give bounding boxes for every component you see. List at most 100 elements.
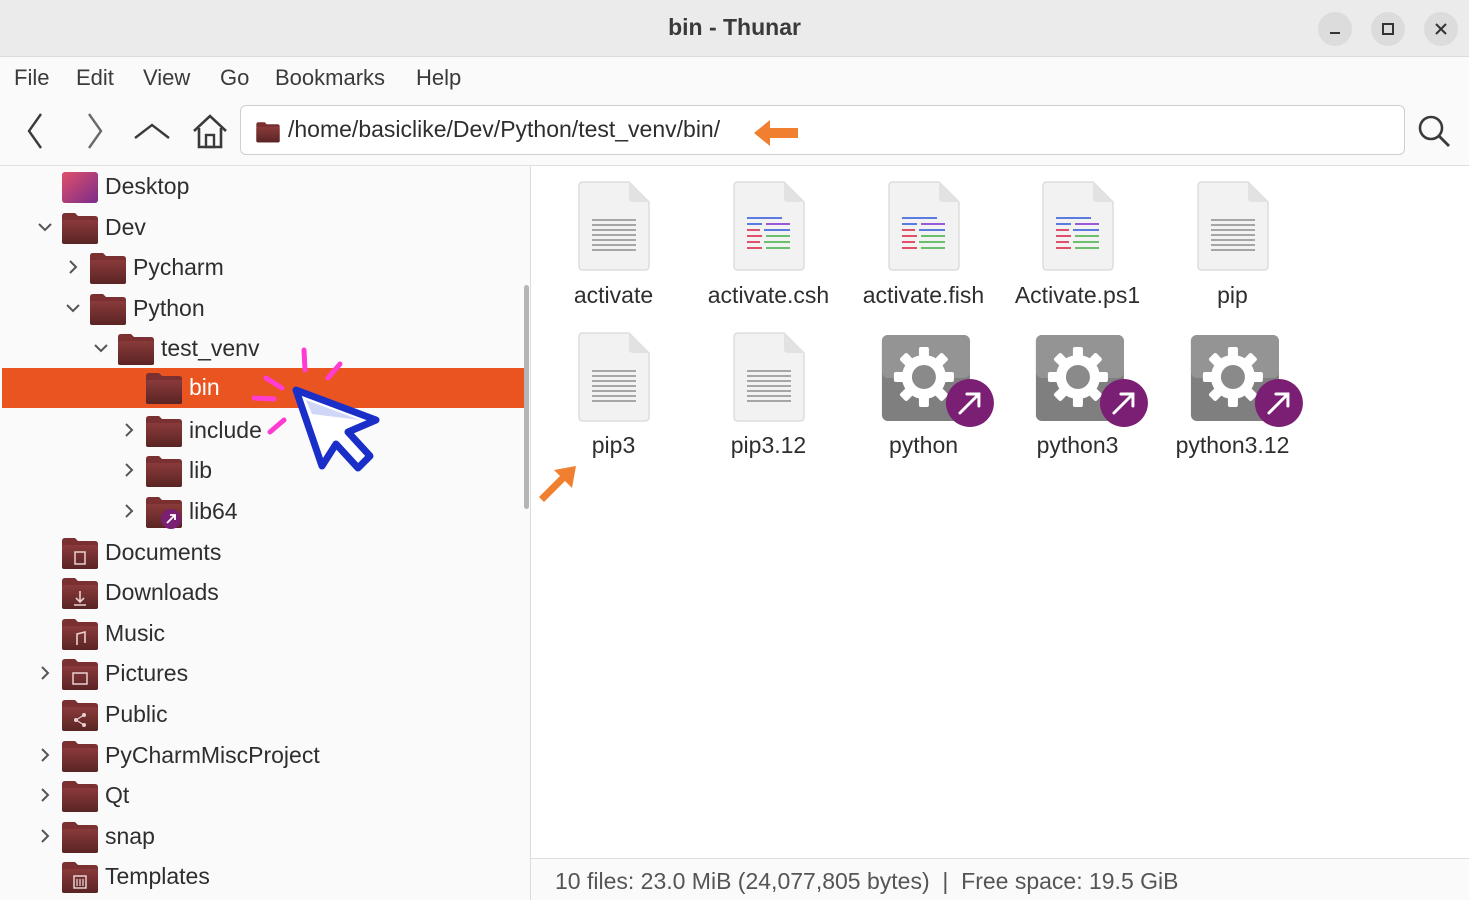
chevron-right-icon[interactable] <box>38 666 52 680</box>
minimize-icon <box>1330 32 1340 34</box>
chevron-right-icon <box>88 113 103 149</box>
sidebar-item-public[interactable]: Public <box>0 694 526 734</box>
sidebar-item-downloads[interactable]: Downloads <box>0 572 526 612</box>
forward-button[interactable] <box>72 109 116 153</box>
sidebar-item-label: lib64 <box>189 498 238 524</box>
sidebar-item-music[interactable]: Music <box>0 613 526 653</box>
sidebar-item-label: Qt <box>105 782 130 808</box>
sidebar-item-desktop[interactable]: Desktop <box>0 166 526 206</box>
location-bar[interactable]: /home/basiclike/Dev/Python/test_venv/bin… <box>240 105 1405 155</box>
file-item-pip[interactable]: pip <box>1155 166 1310 308</box>
up-button[interactable] <box>130 109 174 153</box>
minimize-button[interactable] <box>1318 12 1352 46</box>
sidebar-item-pycharm[interactable]: Pycharm <box>0 247 526 287</box>
file-name: pip <box>1217 282 1248 308</box>
chevron-right-icon[interactable] <box>122 504 136 518</box>
file-item-pip3-12[interactable]: pip3.12 <box>691 317 846 458</box>
maximize-button[interactable] <box>1371 12 1405 46</box>
status-text: 10 files: 23.0 MiB (24,077,805 bytes) | … <box>555 868 1179 894</box>
sidebar-item-lib64[interactable]: lib64 <box>0 491 526 531</box>
templates-folder-icon <box>61 860 99 894</box>
menu-file[interactable]: File <box>14 65 49 91</box>
sidebar-item-label: PyCharmMiscProject <box>105 742 320 768</box>
file-item-activate-fish[interactable]: activate.fish <box>846 166 1001 308</box>
chevron-down-icon[interactable] <box>38 220 52 234</box>
script-file-icon <box>887 180 961 272</box>
sidebar-item-label: snap <box>105 823 155 849</box>
file-name: Activate.ps1 <box>1014 282 1141 308</box>
sidebar-item-snap[interactable]: snap <box>0 816 526 856</box>
chevron-right-icon[interactable] <box>38 829 52 843</box>
folder-icon <box>89 251 127 285</box>
location-path[interactable]: /home/basiclike/Dev/Python/test_venv/bin… <box>288 116 720 143</box>
file-item-activate-ps1[interactable]: Activate.ps1 <box>1000 166 1155 308</box>
sidebar-item-label: Dev <box>105 214 146 240</box>
text-file-icon <box>577 180 651 272</box>
file-item-activate[interactable]: activate <box>536 166 691 308</box>
home-icon <box>193 114 227 149</box>
search-button[interactable] <box>1412 109 1456 153</box>
file-item-python3-12[interactable]: python3.12 <box>1155 317 1310 458</box>
chevron-down-icon[interactable] <box>66 301 80 315</box>
sidebar-tree: Desktop Dev Pycharm Python test_venv bin <box>0 166 531 900</box>
sidebar-item-label: lib <box>189 457 213 483</box>
file-item-python3[interactable]: python3 <box>1000 317 1155 458</box>
menu-bookmarks[interactable]: Bookmarks <box>275 65 385 91</box>
title-bar[interactable]: bin - Thunar <box>0 0 1469 57</box>
executable-link-icon <box>879 333 995 429</box>
sidebar-item-qt[interactable]: Qt <box>0 775 526 815</box>
folder-icon <box>145 371 183 405</box>
file-manager-window: bin - Thunar File Edit View Go Bookmarks… <box>0 0 1469 900</box>
back-button[interactable] <box>14 109 58 153</box>
file-name: python <box>888 432 959 458</box>
sidebar-item-pycharmmiscproject[interactable]: PyCharmMiscProject <box>0 735 526 775</box>
menu-help[interactable]: Help <box>416 65 461 91</box>
text-file-icon <box>732 331 806 423</box>
sidebar-item-label: Documents <box>105 539 222 565</box>
chevron-right-icon[interactable] <box>66 260 80 274</box>
search-icon <box>1418 115 1450 147</box>
maximize-icon <box>1382 23 1394 35</box>
folder-link-icon <box>145 495 183 529</box>
sidebar-scrollbar[interactable] <box>524 285 529 509</box>
sidebar-item-label: Music <box>105 620 166 646</box>
music-folder-icon <box>61 617 99 651</box>
menu-view[interactable]: View <box>143 65 190 91</box>
sidebar-item-label: test_venv <box>161 335 260 361</box>
folder-icon <box>145 414 183 448</box>
menu-go[interactable]: Go <box>220 65 249 91</box>
sidebar-item-label: Templates <box>105 863 210 889</box>
file-item-pip3[interactable]: pip3 <box>536 317 691 458</box>
status-bar: 10 files: 23.0 MiB (24,077,805 bytes) | … <box>531 858 1469 900</box>
sidebar-item-python[interactable]: Python <box>0 288 526 328</box>
folder-icon <box>89 292 127 326</box>
folder-icon <box>61 820 99 854</box>
menu-bar: File Edit View Go Bookmarks Help <box>0 57 1469 97</box>
chevron-right-icon[interactable] <box>38 748 52 762</box>
toolbar: /home/basiclike/Dev/Python/test_venv/bin… <box>0 97 1469 166</box>
file-item-python[interactable]: python <box>846 317 1001 458</box>
chevron-right-icon[interactable] <box>122 463 136 477</box>
sidebar-item-label: Pictures <box>105 660 189 686</box>
sidebar-item-dev[interactable]: Dev <box>0 207 526 247</box>
menu-edit[interactable]: Edit <box>76 65 114 91</box>
sidebar-item-pictures[interactable]: Pictures <box>0 653 526 693</box>
executable-link-icon <box>1033 333 1149 429</box>
file-name: pip3.12 <box>730 432 807 458</box>
home-button[interactable] <box>188 109 232 153</box>
close-icon <box>1435 23 1447 35</box>
script-file-icon <box>1041 180 1115 272</box>
sidebar-item-label: bin <box>189 374 220 400</box>
executable-link-icon <box>1188 333 1304 429</box>
chevron-down-icon[interactable] <box>94 341 108 355</box>
chevron-right-icon[interactable] <box>38 788 52 802</box>
sidebar-item-templates[interactable]: Templates <box>0 856 526 896</box>
file-view[interactable]: activate activate.csh activate.fish Acti… <box>531 166 1469 858</box>
script-file-icon <box>732 180 806 272</box>
file-item-activate-csh[interactable]: activate.csh <box>691 166 846 308</box>
chevron-right-icon[interactable] <box>122 423 136 437</box>
file-name: python3 <box>1036 432 1119 458</box>
sidebar-item-label: include <box>189 417 262 443</box>
close-button[interactable] <box>1424 12 1458 46</box>
sidebar-item-documents[interactable]: Documents <box>0 532 526 572</box>
